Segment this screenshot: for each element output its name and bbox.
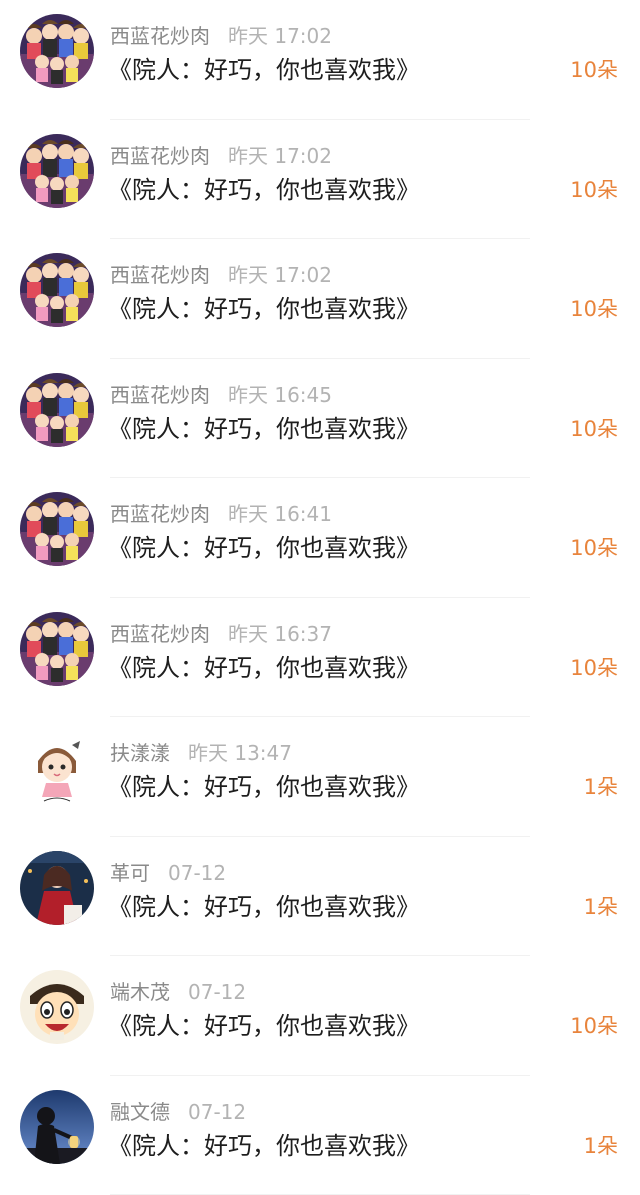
gift-record-row[interactable]: 扶漾漾昨天 13:47 《院人：好巧，你也喜欢我》 1朵 xyxy=(0,717,640,837)
sender-name[interactable]: 西蓝花炒肉 xyxy=(110,24,210,48)
flower-count: 10朵 xyxy=(570,176,618,204)
anime-girl-red-dress-avatar-icon[interactable] xyxy=(20,851,94,925)
group-cartoon-avatar-icon[interactable] xyxy=(20,14,94,88)
sender-name[interactable]: 西蓝花炒肉 xyxy=(110,502,210,526)
record-time: 昨天 16:37 xyxy=(228,622,332,646)
flower-count: 10朵 xyxy=(570,295,618,323)
book-title: 《院人：好巧，你也喜欢我》 xyxy=(108,1010,420,1042)
group-cartoon-avatar-icon[interactable] xyxy=(20,253,94,327)
group-cartoon-avatar-icon[interactable] xyxy=(20,373,94,447)
flower-count: 10朵 xyxy=(570,534,618,562)
group-cartoon-avatar-icon[interactable] xyxy=(20,492,94,566)
record-time: 昨天 17:02 xyxy=(228,24,332,48)
book-title: 《院人：好巧，你也喜欢我》 xyxy=(108,293,420,325)
sender-name[interactable]: 融文德 xyxy=(110,1100,170,1124)
gift-record-row[interactable]: 西蓝花炒肉昨天 17:02 《院人：好巧，你也喜欢我》 10朵 xyxy=(0,0,640,120)
sender-name[interactable]: 端木茂 xyxy=(110,980,170,1004)
record-time: 昨天 17:02 xyxy=(228,144,332,168)
gift-record-list: 西蓝花炒肉昨天 17:02 《院人：好巧，你也喜欢我》 10朵 西蓝花炒肉昨天 … xyxy=(0,0,640,1172)
gift-record-row[interactable]: 西蓝花炒肉昨天 17:02 《院人：好巧，你也喜欢我》 10朵 xyxy=(0,120,640,240)
record-meta: 西蓝花炒肉昨天 16:41 xyxy=(110,500,332,528)
flower-count: 10朵 xyxy=(570,56,618,84)
book-title: 《院人：好巧，你也喜欢我》 xyxy=(108,891,420,923)
luffy-cartoon-avatar-icon[interactable] xyxy=(20,970,94,1044)
gift-record-row[interactable]: 西蓝花炒肉昨天 16:45 《院人：好巧，你也喜欢我》 10朵 xyxy=(0,359,640,479)
sender-name[interactable]: 扶漾漾 xyxy=(110,741,170,765)
record-meta: 西蓝花炒肉昨天 16:45 xyxy=(110,381,332,409)
book-title: 《院人：好巧，你也喜欢我》 xyxy=(108,652,420,684)
group-cartoon-avatar-icon[interactable] xyxy=(20,134,94,208)
record-time: 07-12 xyxy=(188,1100,246,1124)
flower-count: 10朵 xyxy=(570,1012,618,1040)
record-meta: 革可 07-12 xyxy=(110,859,226,887)
book-title: 《院人：好巧，你也喜欢我》 xyxy=(108,771,420,803)
flower-count: 1朵 xyxy=(584,893,618,921)
gift-record-row[interactable]: 西蓝花炒肉昨天 16:41 《院人：好巧，你也喜欢我》 10朵 xyxy=(0,478,640,598)
sender-name[interactable]: 西蓝花炒肉 xyxy=(110,383,210,407)
flower-count: 10朵 xyxy=(570,654,618,682)
record-time: 07-12 xyxy=(188,980,246,1004)
sender-name[interactable]: 革可 xyxy=(110,861,150,885)
record-meta: 扶漾漾昨天 13:47 xyxy=(110,739,292,767)
record-meta: 端木茂 07-12 xyxy=(110,978,246,1006)
gift-record-row[interactable]: 西蓝花炒肉昨天 16:37 《院人：好巧，你也喜欢我》 10朵 xyxy=(0,598,640,718)
chibi-girl-avatar-icon[interactable] xyxy=(20,731,94,805)
flower-count: 1朵 xyxy=(584,1132,618,1160)
book-title: 《院人：好巧，你也喜欢我》 xyxy=(108,413,420,445)
record-time: 昨天 17:02 xyxy=(228,263,332,287)
record-meta: 西蓝花炒肉昨天 17:02 xyxy=(110,22,332,50)
group-cartoon-avatar-icon[interactable] xyxy=(20,612,94,686)
sender-name[interactable]: 西蓝花炒肉 xyxy=(110,263,210,287)
flower-count: 10朵 xyxy=(570,415,618,443)
record-meta: 融文德 07-12 xyxy=(110,1098,246,1126)
record-time: 07-12 xyxy=(168,861,226,885)
book-title: 《院人：好巧，你也喜欢我》 xyxy=(108,532,420,564)
gift-record-row[interactable]: 革可 07-12 《院人：好巧，你也喜欢我》 1朵 xyxy=(0,837,640,957)
record-meta: 西蓝花炒肉昨天 17:02 xyxy=(110,142,332,170)
flower-count: 1朵 xyxy=(584,773,618,801)
book-title: 《院人：好巧，你也喜欢我》 xyxy=(108,174,420,206)
gift-record-row[interactable]: 融文德 07-12 《院人：好巧，你也喜欢我》 1朵 xyxy=(0,1076,640,1195)
record-time: 昨天 16:41 xyxy=(228,502,332,526)
sender-name[interactable]: 西蓝花炒肉 xyxy=(110,622,210,646)
gift-record-row[interactable]: 西蓝花炒肉昨天 17:02 《院人：好巧，你也喜欢我》 10朵 xyxy=(0,239,640,359)
record-time: 昨天 13:47 xyxy=(188,741,292,765)
sender-name[interactable]: 西蓝花炒肉 xyxy=(110,144,210,168)
silhouette-lantern-avatar-icon[interactable] xyxy=(20,1090,94,1164)
record-time: 昨天 16:45 xyxy=(228,383,332,407)
book-title: 《院人：好巧，你也喜欢我》 xyxy=(108,1130,420,1162)
book-title: 《院人：好巧，你也喜欢我》 xyxy=(108,54,420,86)
record-meta: 西蓝花炒肉昨天 17:02 xyxy=(110,261,332,289)
record-meta: 西蓝花炒肉昨天 16:37 xyxy=(110,620,332,648)
gift-record-row[interactable]: 端木茂 07-12 《院人：好巧，你也喜欢我》 10朵 xyxy=(0,956,640,1076)
